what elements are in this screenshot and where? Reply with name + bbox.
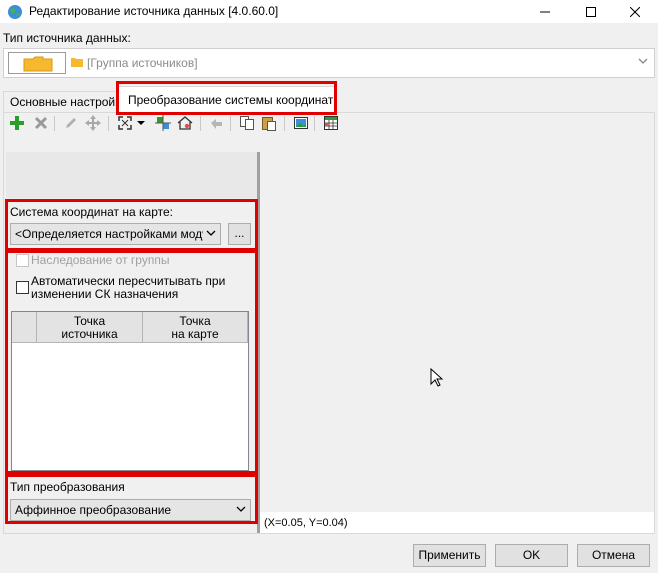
toolbar-separator	[284, 116, 285, 131]
home-icon	[177, 116, 193, 130]
move-icon	[85, 115, 101, 131]
zoom-extent-icon	[118, 116, 132, 130]
toolbar-separator	[108, 116, 109, 131]
cancel-button[interactable]: Отмена	[577, 544, 650, 567]
maximize-icon	[586, 7, 596, 17]
highlight-points-section	[5, 250, 258, 474]
mouse-cursor-icon	[430, 368, 444, 387]
add-icon	[10, 116, 24, 130]
delete-icon	[34, 116, 48, 130]
title-bar: Редактирование источника данных [4.0.60.…	[0, 0, 658, 24]
folder-preview	[8, 52, 66, 74]
minimize-icon	[540, 11, 550, 13]
toolbar-separator	[200, 116, 201, 131]
undo-icon	[211, 119, 222, 129]
maximize-button[interactable]	[568, 0, 614, 24]
highlight-tab	[116, 81, 337, 115]
source-type-combo[interactable]: [Группа источников]	[3, 48, 655, 78]
left-panel-header	[6, 152, 257, 198]
image-icon	[294, 117, 308, 129]
table-icon	[324, 116, 338, 130]
table-button[interactable]	[322, 114, 340, 132]
dropdown-arrow-icon	[137, 121, 145, 125]
close-icon	[630, 7, 640, 17]
toolbar-separator	[230, 116, 231, 131]
source-type-value: [Группа источников]	[87, 56, 198, 70]
edit-icon	[66, 118, 76, 128]
toolbar-separator	[54, 116, 55, 131]
undo-button[interactable]	[208, 114, 226, 132]
folder-icon	[23, 56, 53, 72]
highlight-transform-type	[5, 474, 258, 524]
chevron-down-icon	[638, 58, 648, 64]
small-folder-icon	[71, 58, 83, 67]
tab-basic-settings-label: Основные настройки	[10, 95, 119, 109]
paste-button[interactable]	[260, 114, 278, 132]
toolbar-separator	[314, 116, 315, 131]
map-canvas[interactable]	[260, 152, 654, 512]
apply-button[interactable]: Применить	[413, 544, 486, 567]
highlight-coord-system	[5, 199, 258, 251]
zoom-extent-button[interactable]	[116, 114, 134, 132]
copy-button[interactable]	[238, 114, 256, 132]
close-button[interactable]	[612, 0, 658, 24]
zoom-dropdown-button[interactable]	[136, 114, 146, 132]
delete-button[interactable]	[32, 114, 50, 132]
image-button[interactable]	[292, 114, 310, 132]
tab-basic-settings[interactable]: Основные настройки	[3, 91, 119, 112]
edit-button[interactable]	[62, 114, 80, 132]
globe-app-icon	[8, 5, 22, 19]
pick-point-button[interactable]	[154, 114, 172, 132]
source-type-label: Тип источника данных:	[3, 31, 131, 45]
paste-icon	[262, 117, 276, 131]
move-button[interactable]	[84, 114, 102, 132]
copy-icon	[240, 116, 254, 130]
minimize-button[interactable]	[522, 0, 568, 24]
home-button[interactable]	[176, 114, 194, 132]
window-title: Редактирование источника данных [4.0.60.…	[29, 4, 279, 18]
add-button[interactable]	[8, 114, 26, 132]
ok-button[interactable]: OK	[495, 544, 568, 567]
status-coordinates: (X=0.05, Y=0.04)	[260, 512, 654, 533]
pick-point-icon	[155, 115, 171, 131]
